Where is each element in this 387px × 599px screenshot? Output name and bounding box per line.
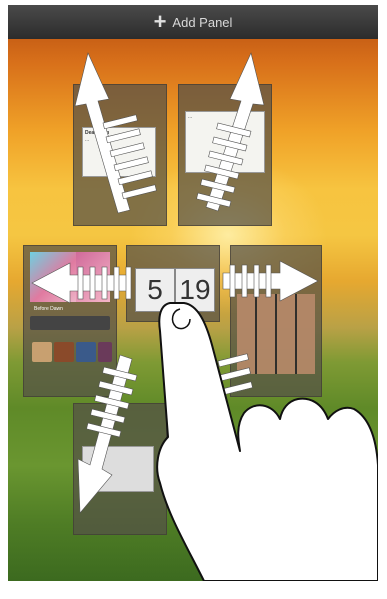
hand-pointer-icon [156,302,378,581]
home-screen: + Add Panel Dear Mom ... ... Before Dawn… [8,5,378,581]
